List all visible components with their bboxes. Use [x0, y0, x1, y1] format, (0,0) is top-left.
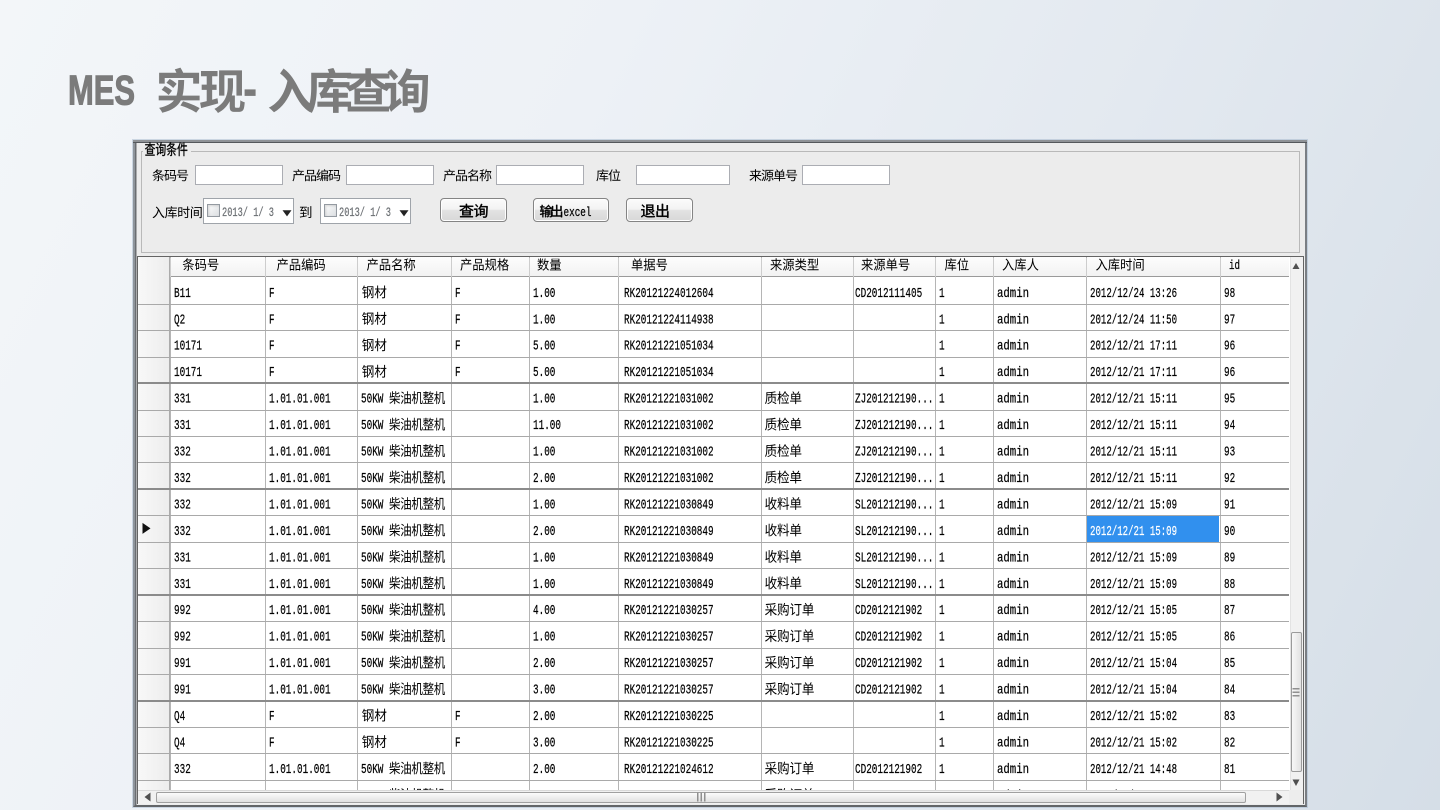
svg-text:MES: MES — [68, 66, 135, 113]
